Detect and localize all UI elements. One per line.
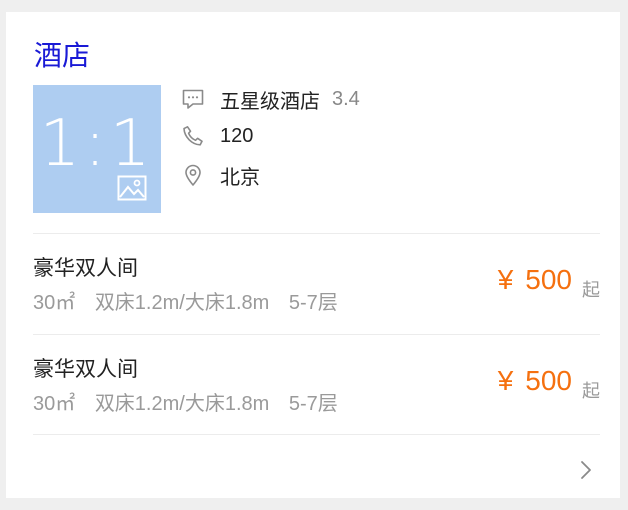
room-item[interactable]: 豪华双人间 30㎡ 双床1.2m/大床1.8m 5-7层 ¥500 起 (33, 240, 600, 330)
room-area: 30㎡ (33, 393, 76, 415)
hotel-location: 北京 (220, 166, 260, 189)
currency-symbol: ¥ (497, 264, 514, 295)
hotel-phone-row[interactable]: 120 (180, 121, 253, 151)
location-pin-icon (180, 162, 206, 188)
price-value: 500 (525, 264, 572, 295)
image-icon (117, 175, 147, 201)
divider (33, 334, 600, 335)
price-suffix: 起 (582, 280, 600, 300)
room-name: 豪华双人间 (33, 257, 138, 280)
room-price: ¥500 (498, 365, 572, 397)
hotel-thumbnail[interactable]: 1:1 (33, 85, 161, 213)
room-specs: 30㎡ 双床1.2m/大床1.8m 5-7层 (33, 286, 352, 315)
room-bed: 双床1.2m/大床1.8m (94, 393, 270, 415)
room-name: 豪华双人间 (33, 358, 138, 381)
message-icon (180, 86, 206, 112)
currency-symbol: ¥ (497, 365, 514, 396)
room-price: ¥500 (498, 264, 572, 296)
price-suffix: 起 (582, 381, 600, 401)
room-floor: 5-7层 (288, 292, 338, 314)
phone-icon (180, 123, 206, 149)
room-floor: 5-7层 (288, 393, 338, 415)
room-specs: 30㎡ 双床1.2m/大床1.8m 5-7层 (33, 387, 352, 416)
chevron-right-icon (581, 461, 591, 479)
hotel-card[interactable]: 酒店 1:1 五星级酒店 3.4 120 北京 豪华双人间 30㎡ 双床1.2m… (6, 12, 620, 498)
price-value: 500 (525, 365, 572, 396)
hotel-type: 五星级酒店 (220, 90, 320, 113)
hotel-phone: 120 (220, 124, 254, 147)
divider (33, 434, 600, 435)
divider (33, 233, 600, 234)
hotel-rating: 3.4 (332, 87, 360, 110)
hotel-type-row: 五星级酒店 3.4 (180, 84, 360, 114)
thumbnail-ratio-label: 1:1 (39, 107, 155, 181)
room-item[interactable]: 豪华双人间 30㎡ 双床1.2m/大床1.8m 5-7层 ¥500 起 (33, 341, 600, 431)
more-button[interactable] (574, 458, 598, 482)
hotel-location-row[interactable]: 北京 (180, 160, 260, 190)
room-area: 30㎡ (33, 292, 76, 314)
card-title: 酒店 (34, 40, 91, 71)
room-bed: 双床1.2m/大床1.8m (94, 292, 270, 314)
